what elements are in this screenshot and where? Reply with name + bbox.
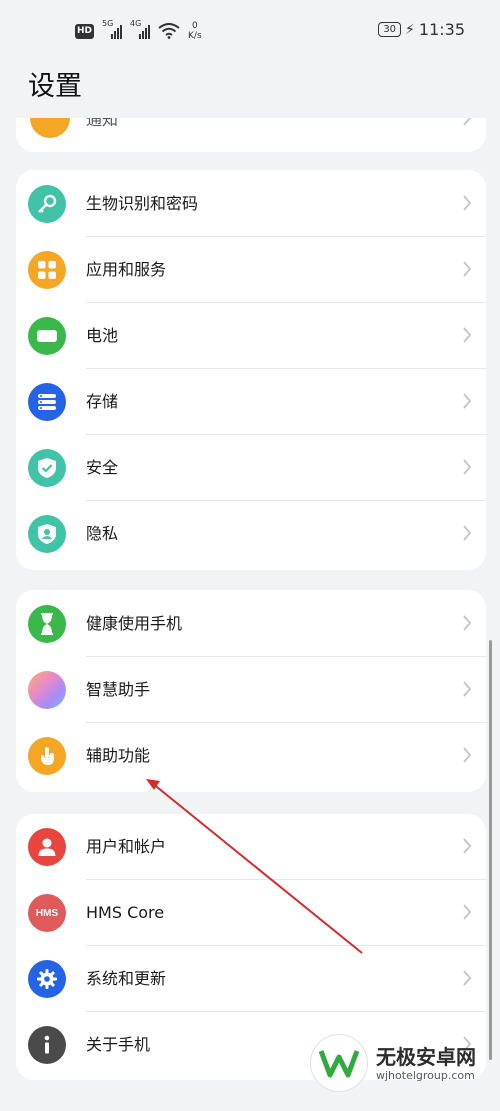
wifi-icon	[158, 23, 180, 39]
hms-icon: HMS	[28, 894, 66, 932]
smart-assistant-icon	[28, 671, 66, 709]
charging-icon: ⚡	[405, 21, 415, 38]
chevron-right-icon	[463, 615, 472, 631]
chevron-right-icon	[463, 747, 472, 763]
chevron-right-icon	[463, 195, 472, 211]
settings-item-accessibility[interactable]: 辅助功能	[16, 723, 486, 789]
settings-item-digital-balance[interactable]: 健康使用手机	[16, 591, 486, 657]
chevron-right-icon	[463, 118, 472, 126]
settings-group-security: 生物识别和密码 应用和服务 电池 存储 安全 隐私	[16, 170, 486, 570]
battery-level: 30	[378, 22, 402, 37]
chevron-right-icon	[463, 327, 472, 343]
bell-icon	[30, 118, 70, 138]
privacy-shield-icon	[28, 515, 66, 553]
info-icon	[28, 1026, 66, 1064]
chevron-right-icon	[463, 838, 472, 854]
settings-item-security[interactable]: 安全	[16, 435, 486, 501]
settings-item-apps-services[interactable]: 应用和服务	[16, 237, 486, 303]
settings-item-smart-assistant[interactable]: 智慧助手	[16, 657, 486, 723]
settings-item-users-accounts[interactable]: 用户和帐户	[16, 814, 486, 880]
hd-badge: HD	[75, 23, 95, 39]
network-speed: 0 K/s	[188, 21, 202, 41]
chevron-right-icon	[463, 459, 472, 475]
settings-item-battery[interactable]: 电池	[16, 303, 486, 369]
chevron-right-icon	[463, 970, 472, 986]
user-icon	[28, 828, 66, 866]
status-bar: HD 5G 4G 0 K/s 30 ⚡ 11:35	[0, 0, 500, 62]
chevron-right-icon	[463, 904, 472, 920]
settings-item-biometrics[interactable]: 生物识别和密码	[16, 171, 486, 237]
signal-icon-sim2: 4G	[130, 19, 151, 39]
watermark-logo-icon	[310, 1034, 368, 1092]
chevron-right-icon	[463, 681, 472, 697]
chevron-right-icon	[463, 261, 472, 277]
hourglass-icon	[28, 605, 66, 643]
storage-icon	[28, 383, 66, 421]
watermark: 无极安卓网 wjhotelgroup.com	[310, 1034, 476, 1092]
signal-icon-sim1: 5G	[102, 19, 123, 39]
settings-group-assistance: 健康使用手机 智慧助手 辅助功能	[16, 590, 486, 792]
hand-icon	[28, 737, 66, 775]
settings-item-storage[interactable]: 存储	[16, 369, 486, 435]
notifications-row-fragment[interactable]: 通知	[16, 118, 486, 152]
scrollbar[interactable]	[489, 640, 492, 1060]
apps-grid-icon	[28, 251, 66, 289]
key-icon	[28, 185, 66, 223]
gear-icon	[28, 960, 66, 998]
chevron-right-icon	[463, 393, 472, 409]
settings-item-hms-core[interactable]: HMS HMS Core	[16, 880, 486, 946]
shield-check-icon	[28, 449, 66, 487]
settings-item-privacy[interactable]: 隐私	[16, 501, 486, 567]
clock: 11:35	[418, 20, 465, 39]
settings-item-system-update[interactable]: 系统和更新	[16, 946, 486, 1012]
chevron-right-icon	[463, 525, 472, 541]
page-title: 设置	[28, 71, 82, 102]
battery-icon	[28, 317, 66, 355]
